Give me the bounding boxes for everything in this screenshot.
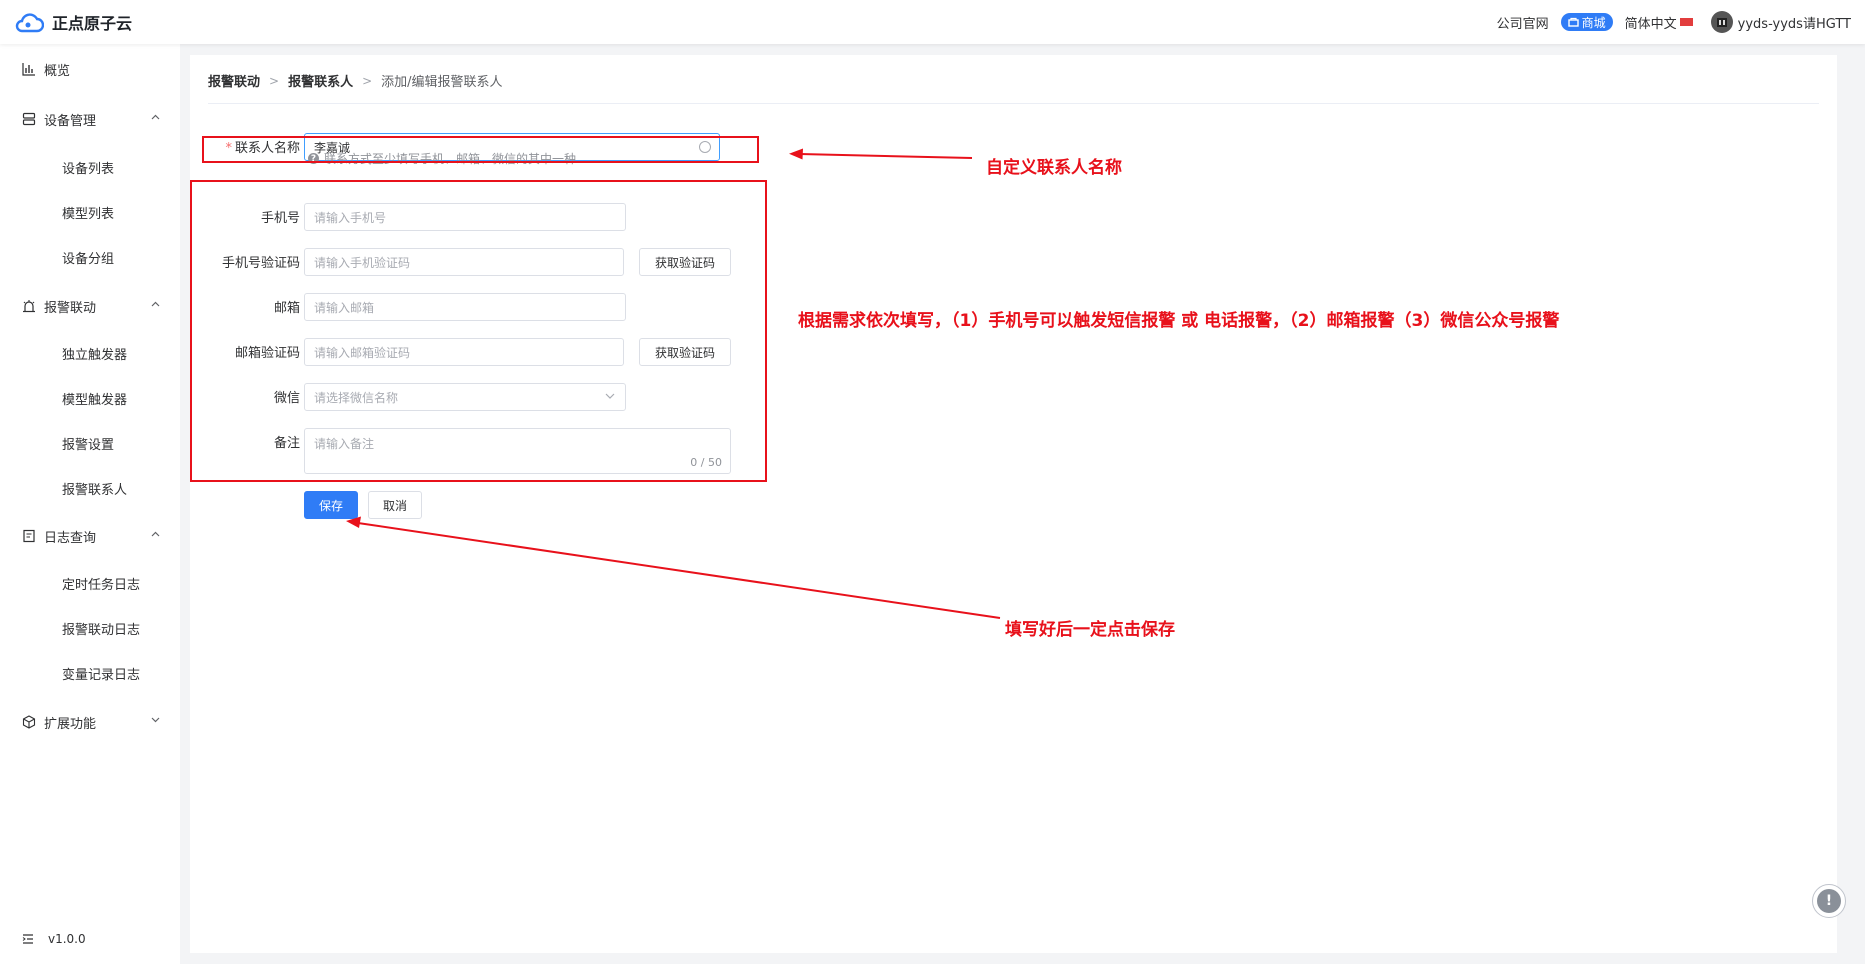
chevron-up-icon bbox=[151, 114, 160, 120]
chevron-up-icon bbox=[151, 531, 160, 537]
sidebar-subitem-alarm-settings[interactable]: 报警设置 bbox=[62, 434, 114, 453]
sidebar-item-log-query[interactable]: 日志查询 bbox=[0, 521, 180, 551]
sidebar-item-label: 扩展功能 bbox=[44, 716, 97, 732]
language-switcher[interactable]: 简体中文 bbox=[1625, 13, 1693, 32]
breadcrumb-separator-icon: > bbox=[362, 73, 373, 88]
version-label: v1.0.0 bbox=[48, 932, 86, 946]
breadcrumb-separator-icon: > bbox=[269, 73, 280, 88]
cloud-logo-icon bbox=[15, 13, 44, 33]
avatar[interactable] bbox=[1710, 11, 1733, 33]
sidebar-item-overview[interactable]: 概览 bbox=[0, 54, 180, 84]
sidebar-item-device-management[interactable]: 设备管理 bbox=[0, 104, 180, 134]
sidebar-subitem-model-trigger[interactable]: 模型触发器 bbox=[62, 389, 127, 408]
shop-icon bbox=[1567, 17, 1579, 27]
mall-button[interactable]: 商城 bbox=[1560, 13, 1613, 31]
chevron-down-icon bbox=[151, 717, 160, 723]
sidebar-item-alarm-linkage[interactable]: 报警联动 bbox=[0, 291, 180, 321]
sidebar-item-label: 概览 bbox=[44, 63, 71, 79]
user-avatar-icon bbox=[1716, 18, 1727, 27]
breadcrumb-alarm-linkage[interactable]: 报警联动 bbox=[208, 71, 260, 90]
help-icon: ! bbox=[1817, 889, 1841, 913]
user-name[interactable]: yyds-yyds请HGTT bbox=[1738, 13, 1851, 32]
annotation-save-note: 填写好后一定点击保存 bbox=[1005, 620, 1175, 640]
sidebar-subitem-model-list[interactable]: 模型列表 bbox=[62, 203, 114, 222]
sidebar-subitem-device-list[interactable]: 设备列表 bbox=[62, 158, 114, 177]
server-icon bbox=[22, 112, 36, 126]
annotation-box-contact-name bbox=[202, 136, 759, 163]
log-icon bbox=[23, 529, 35, 543]
annotation-box-contact-methods bbox=[190, 180, 767, 482]
save-button[interactable]: 保存 bbox=[304, 491, 358, 519]
sidebar-item-label: 报警联动 bbox=[44, 300, 97, 316]
logo-text: 正点原子云 bbox=[52, 14, 133, 33]
chart-icon bbox=[22, 63, 35, 76]
sidebar-subitem-variable-record-log[interactable]: 变量记录日志 bbox=[62, 664, 140, 683]
sidebar-subitem-device-group[interactable]: 设备分组 bbox=[62, 248, 114, 267]
help-float-button[interactable]: ! bbox=[1812, 884, 1846, 918]
version-info: v1.0.0 bbox=[22, 932, 86, 946]
cn-flag-icon bbox=[1679, 18, 1693, 26]
cancel-button[interactable]: 取消 bbox=[368, 491, 422, 519]
language-label: 简体中文 bbox=[1624, 16, 1677, 32]
logo[interactable]: 正点原子云 bbox=[14, 10, 132, 34]
breadcrumb-current: 添加/编辑报警联系人 bbox=[381, 75, 503, 90]
breadcrumb: 报警联动 > 报警联系人 > 添加/编辑报警联系人 bbox=[208, 71, 503, 91]
annotation-name-note: 自定义联系人名称 bbox=[986, 158, 1122, 178]
sidebar-item-label: 日志查询 bbox=[44, 530, 97, 546]
cube-icon bbox=[22, 715, 36, 729]
alarm-icon bbox=[23, 300, 35, 313]
sidebar-subitem-alarm-contacts[interactable]: 报警联系人 bbox=[62, 479, 127, 498]
breadcrumb-alarm-contacts[interactable]: 报警联系人 bbox=[288, 71, 353, 90]
annotation-contact-note: 根据需求依次填写，（1）手机号可以触发短信报警 或 电话报警，（2）邮箱报警（3… bbox=[798, 311, 1560, 331]
sidebar-subitem-independent-trigger[interactable]: 独立触发器 bbox=[62, 344, 127, 363]
sidebar-item-label: 设备管理 bbox=[44, 113, 97, 129]
company-site-link[interactable]: 公司官网 bbox=[1497, 13, 1549, 32]
breadcrumb-divider bbox=[208, 103, 1819, 104]
top-header: 正点原子云 公司官网 商城 简体中文 yyds-yyds请HGTT bbox=[0, 0, 1865, 44]
sidebar-subitem-scheduled-task-log[interactable]: 定时任务日志 bbox=[62, 574, 140, 593]
collapse-menu-icon[interactable] bbox=[22, 934, 34, 944]
sidebar: 概览 设备管理 设备列表 模型列表 设备分组 报警联动 独立触发器 模型触发器 … bbox=[0, 44, 180, 964]
sidebar-subitem-alarm-linkage-log[interactable]: 报警联动日志 bbox=[62, 619, 140, 638]
sidebar-item-extensions[interactable]: 扩展功能 bbox=[0, 707, 180, 737]
mall-label: 商城 bbox=[1581, 15, 1606, 30]
chevron-up-icon bbox=[151, 301, 160, 307]
